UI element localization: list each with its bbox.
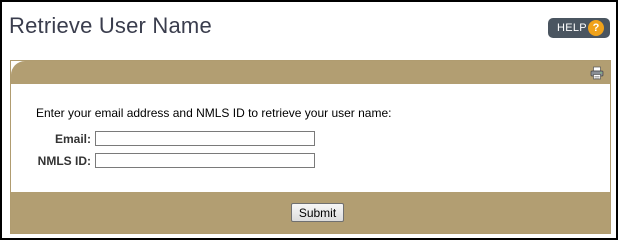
printer-icon[interactable] (590, 66, 604, 80)
nmls-id-label: NMLS ID: (37, 153, 91, 168)
panel-footer: Submit (11, 192, 610, 233)
submit-button[interactable]: Submit (291, 203, 344, 222)
help-button-label: HELP (557, 22, 587, 34)
nmls-id-field[interactable] (95, 153, 315, 168)
email-row: Email: (11, 131, 315, 146)
nmls-id-row: NMLS ID: (11, 153, 315, 168)
email-field[interactable] (95, 131, 315, 146)
help-button[interactable]: HELP ? (548, 18, 610, 38)
page-frame: Retrieve User Name HELP ? Enter your ema… (0, 0, 618, 240)
page-title: Retrieve User Name (9, 13, 212, 38)
instructions-text: Enter your email address and NMLS ID to … (36, 106, 392, 120)
panel-header (11, 61, 610, 84)
email-label: Email: (54, 131, 91, 146)
question-mark-icon: ? (588, 20, 604, 36)
retrieve-username-panel: Enter your email address and NMLS ID to … (10, 60, 611, 234)
